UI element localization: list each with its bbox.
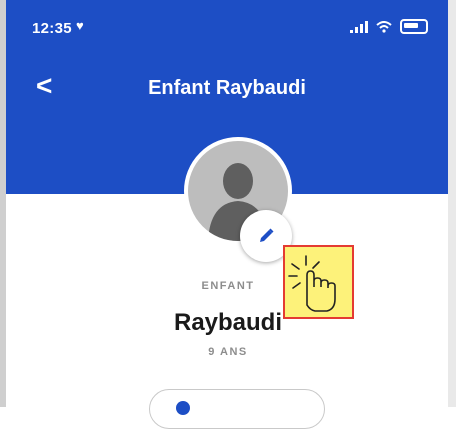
wifi-icon	[376, 20, 392, 33]
app-bar: < Enfant Raybaudi	[6, 48, 448, 126]
child-name: Raybaudi	[173, 309, 283, 336]
status-icons	[350, 19, 428, 34]
pill-icon	[176, 401, 190, 415]
age-label: 9 ANS	[208, 346, 248, 358]
profile-pill-button[interactable]	[149, 389, 325, 429]
role-label: ENFANT	[201, 280, 255, 292]
signal-icon	[350, 20, 368, 33]
status-time: 12:35	[32, 20, 72, 37]
heart-icon: ♥	[76, 18, 84, 33]
status-bar: 12:35 ♥	[6, 0, 448, 48]
battery-icon	[400, 19, 428, 34]
pencil-icon	[260, 228, 274, 242]
page-title: Enfant Raybaudi	[148, 77, 306, 99]
